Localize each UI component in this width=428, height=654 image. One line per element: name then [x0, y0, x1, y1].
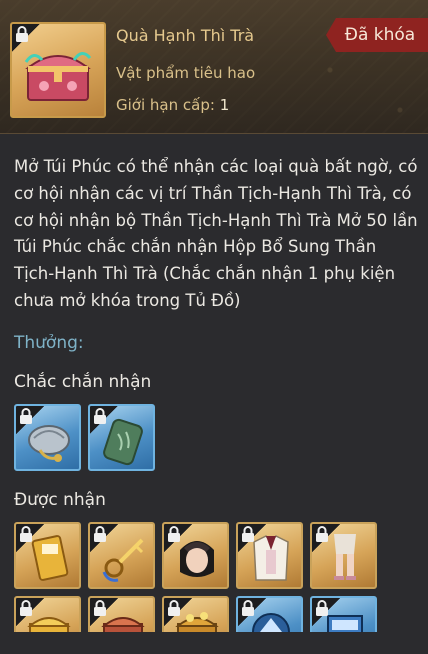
- lock-badge: [164, 598, 192, 626]
- reward-slot-silver-sachet[interactable]: [14, 404, 81, 471]
- item-tooltip-panel: Quà Hạnh Thì Trà Vật phẩm tiêu hao Giới …: [0, 0, 428, 654]
- lock-icon: [168, 526, 180, 542]
- item-name: Quà Hạnh Thì Trà: [116, 26, 255, 45]
- lock-badge: [90, 406, 118, 434]
- item-icon-frame[interactable]: [10, 22, 106, 118]
- lock-icon: [168, 600, 180, 616]
- item-header: Quà Hạnh Thì Trà Vật phẩm tiêu hao Giới …: [0, 0, 428, 134]
- lock-badge: [16, 524, 44, 552]
- lock-icon: [16, 26, 28, 42]
- possible-label: Được nhận: [14, 490, 106, 510]
- lock-icon: [316, 600, 328, 616]
- lock-icon: [316, 526, 328, 542]
- lock-icon: [94, 600, 106, 616]
- reward-slot-card[interactable]: [14, 522, 81, 589]
- rewards-heading: Thưởng:: [14, 333, 84, 353]
- lock-badge: [90, 598, 118, 626]
- lock-icon: [20, 408, 32, 424]
- level-label: Giới hạn cấp:: [116, 96, 215, 114]
- guaranteed-label: Chắc chắn nhận: [14, 372, 152, 392]
- lock-badge: [16, 406, 44, 434]
- lock-badge: [312, 598, 340, 626]
- lock-icon: [94, 526, 106, 542]
- item-type: Vật phẩm tiêu hao: [116, 64, 256, 82]
- reward-slot-outfit[interactable]: [236, 522, 303, 589]
- lock-badge: [238, 524, 266, 552]
- level-value: 1: [219, 96, 230, 114]
- lock-badge: [90, 524, 118, 552]
- lock-badge: [312, 524, 340, 552]
- lock-icon: [94, 408, 106, 424]
- lock-icon: [20, 526, 32, 542]
- lock-icon: [242, 600, 254, 616]
- reward-slot-hairstyle[interactable]: [162, 522, 229, 589]
- lock-icon: [20, 600, 32, 616]
- locked-status-badge: Đã khóa: [326, 18, 428, 52]
- reward-slot-key[interactable]: [88, 522, 155, 589]
- panel-bottom-edge: [0, 632, 428, 654]
- item-description: Mở Túi Phúc có thể nhận các loại quà bất…: [14, 157, 418, 310]
- lock-icon: [242, 526, 254, 542]
- lock-badge: [164, 524, 192, 552]
- lock-badge: [12, 24, 40, 52]
- lock-badge: [238, 598, 266, 626]
- lock-badge: [16, 598, 44, 626]
- reward-slot-legs-outfit[interactable]: [310, 522, 377, 589]
- item-level-limit: Giới hạn cấp: 1: [116, 96, 229, 114]
- reward-slot-jade-token[interactable]: [88, 404, 155, 471]
